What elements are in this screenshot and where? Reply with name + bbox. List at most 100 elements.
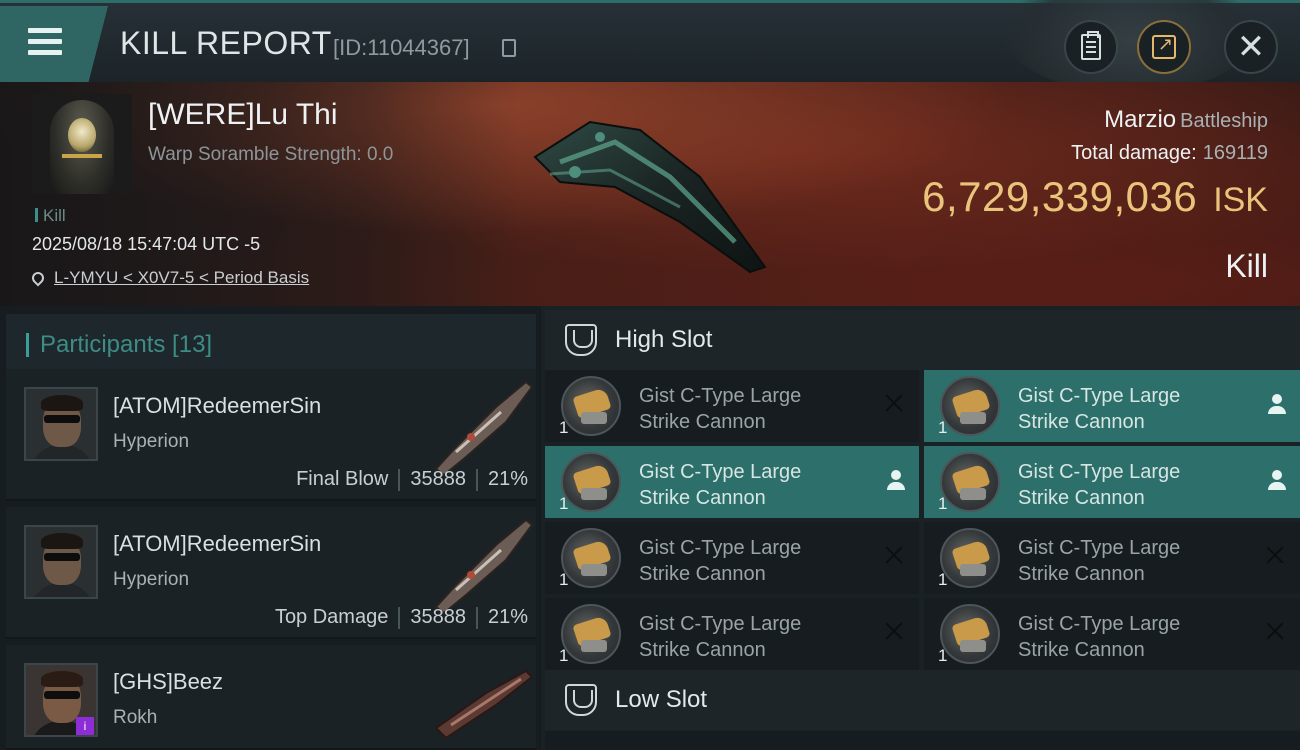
destroyed-icon	[883, 392, 905, 414]
report-id: [ID:11044367]	[333, 35, 470, 60]
high-slot-header: High Slot	[545, 310, 1300, 370]
location-pin-icon	[29, 269, 47, 287]
destroyed-icon	[1264, 620, 1286, 642]
avatar[interactable]: i	[24, 663, 98, 737]
module-name-line2: Strike Cannon	[639, 411, 766, 433]
low-slot-header: Low Slot	[545, 670, 1300, 730]
victim-ship-image	[533, 120, 767, 274]
destroyed-icon	[883, 620, 905, 642]
isk-unit: ISK	[1213, 181, 1268, 219]
shield-icon	[565, 324, 597, 356]
cannon-module-icon	[561, 604, 621, 664]
module-name-line2: Strike Cannon	[1018, 563, 1145, 585]
participant-row[interactable]: [ATOM]RedeemerSin Hyperion Top Damage 35…	[6, 507, 536, 639]
destroyed-icon	[1264, 544, 1286, 566]
module-item[interactable]: 1 Gist C-Type Large Strike Cannon	[545, 370, 919, 442]
participant-percent: 21%	[487, 606, 528, 628]
module-quantity: 1	[938, 646, 948, 665]
cannon-module-icon	[940, 376, 1000, 436]
module-item[interactable]: 1 Gist C-Type Large Strike Cannon	[924, 446, 1300, 518]
participant-role: Final Blow	[296, 468, 389, 490]
participant-ship-image	[434, 380, 534, 477]
module-item[interactable]: 1 Gist C-Type Large Strike Cannon	[924, 370, 1300, 442]
avatar[interactable]	[24, 525, 98, 599]
fitting-panel: High Slot 1 Gist C-Type Large Strike Cann…	[541, 306, 1300, 750]
menu-button[interactable]	[0, 6, 108, 82]
victim-portrait[interactable]	[32, 94, 132, 194]
module-name-line1: Gist C-Type Large	[1018, 461, 1181, 483]
module-name-line1: Gist C-Type Large	[639, 385, 802, 407]
total-damage-value: 169119	[1202, 142, 1268, 164]
module-quantity: 1	[938, 570, 948, 589]
module-name-line1: Gist C-Type Large	[1018, 385, 1181, 407]
module-item[interactable]: 1 Gist C-Type Large Strike Cannon	[545, 446, 919, 518]
victim-name[interactable]: [WERE]Lu Thi	[148, 98, 338, 132]
low-slot-label: Low Slot	[615, 686, 708, 713]
close-button[interactable]: ✕	[1224, 20, 1278, 74]
loss-summary: Marzio Battleship Total damage: 169119 6,7…	[922, 106, 1268, 221]
participant-ship-image	[434, 518, 534, 615]
page-title: KILL REPORT	[120, 25, 332, 61]
module-name-line1: Gist C-Type Large	[1018, 613, 1181, 635]
planet-art	[1000, 0, 1260, 93]
location-link[interactable]: L-YMYU < X0V7-5 < Period Basis	[54, 268, 309, 288]
kill-datetime: 2025/08/18 15:47:04 UTC -5	[32, 234, 261, 254]
module-item[interactable]: 1 Gist C-Type Large Strike Cannon	[545, 598, 919, 670]
share-icon	[1152, 34, 1176, 59]
clipboard-button[interactable]	[1064, 20, 1118, 74]
participant-name: [ATOM]RedeemerSin	[113, 393, 322, 418]
module-quantity: 1	[938, 494, 948, 513]
module-quantity: 1	[559, 570, 569, 589]
ship-class: Battleship	[1180, 110, 1268, 132]
copy-icon[interactable]	[502, 39, 516, 57]
cannon-module-icon	[561, 528, 621, 588]
info-badge: i	[76, 717, 94, 735]
dropped-user-icon	[887, 470, 905, 492]
module-quantity: 1	[559, 418, 569, 437]
high-slot-label: High Slot	[615, 326, 713, 353]
module-item[interactable]: 1 Gist C-Type Large Strike Cannon	[924, 598, 1300, 670]
warp-scramble-strength: Warp Soramble Strength: 0.0	[148, 144, 394, 165]
kill-location[interactable]: L-YMYU < X0V7-5 < Period Basis	[29, 268, 309, 288]
cannon-module-icon	[940, 604, 1000, 664]
shield-icon	[565, 684, 597, 716]
module-name-line2: Strike Cannon	[639, 487, 766, 509]
participant-ship: Hyperion	[113, 431, 190, 452]
low-slot-list	[545, 731, 1300, 750]
module-item[interactable]: 1 Gist C-Type Large Strike Cannon	[545, 522, 919, 594]
module-item[interactable]	[925, 731, 1300, 750]
module-item[interactable]	[545, 731, 919, 750]
dropped-user-icon	[1268, 394, 1286, 416]
participants-label: Participants [13]	[40, 331, 213, 358]
total-damage-label: Total damage:	[1071, 142, 1197, 164]
kill-result: Kill	[1225, 248, 1268, 284]
destroyed-icon	[883, 544, 905, 566]
participant-percent: 21%	[487, 468, 528, 490]
participant-stats: Top Damage 35888 21%	[275, 606, 528, 629]
ship-name[interactable]: Marzio	[1104, 106, 1176, 133]
module-name-line2: Strike Cannon	[1018, 411, 1145, 433]
dropped-user-icon	[1268, 470, 1286, 492]
module-quantity: 1	[559, 646, 569, 665]
close-icon: ✕	[1236, 27, 1266, 67]
isk-value: 6,729,339,036	[922, 173, 1198, 220]
clipboard-icon	[1081, 31, 1101, 60]
header-bar: KILL REPORT [ID:11044367] ✕	[0, 0, 1300, 93]
participant-ship: Rokh	[113, 707, 158, 728]
kill-tag: Kill	[35, 206, 66, 226]
module-name-line2: Strike Cannon	[1018, 639, 1145, 661]
cannon-module-icon	[561, 376, 621, 436]
module-name-line1: Gist C-Type Large	[1018, 537, 1181, 559]
share-button[interactable]	[1137, 20, 1191, 74]
module-quantity: 1	[938, 418, 948, 437]
participant-row[interactable]: i [GHS]Beez Rokh	[6, 645, 536, 750]
module-name-line1: Gist C-Type Large	[639, 537, 802, 559]
participant-damage: 35888	[410, 606, 466, 628]
participant-role: Top Damage	[274, 606, 389, 628]
participants-panel: Participants [13] [ATOM]RedeemerSin Hype…	[0, 306, 540, 750]
participant-ship-image	[434, 669, 534, 740]
module-name-line1: Gist C-Type Large	[639, 613, 802, 635]
participant-row[interactable]: [ATOM]RedeemerSin Hyperion Final Blow 35…	[6, 369, 536, 501]
module-item[interactable]: 1 Gist C-Type Large Strike Cannon	[924, 522, 1300, 594]
avatar[interactable]	[24, 387, 98, 461]
